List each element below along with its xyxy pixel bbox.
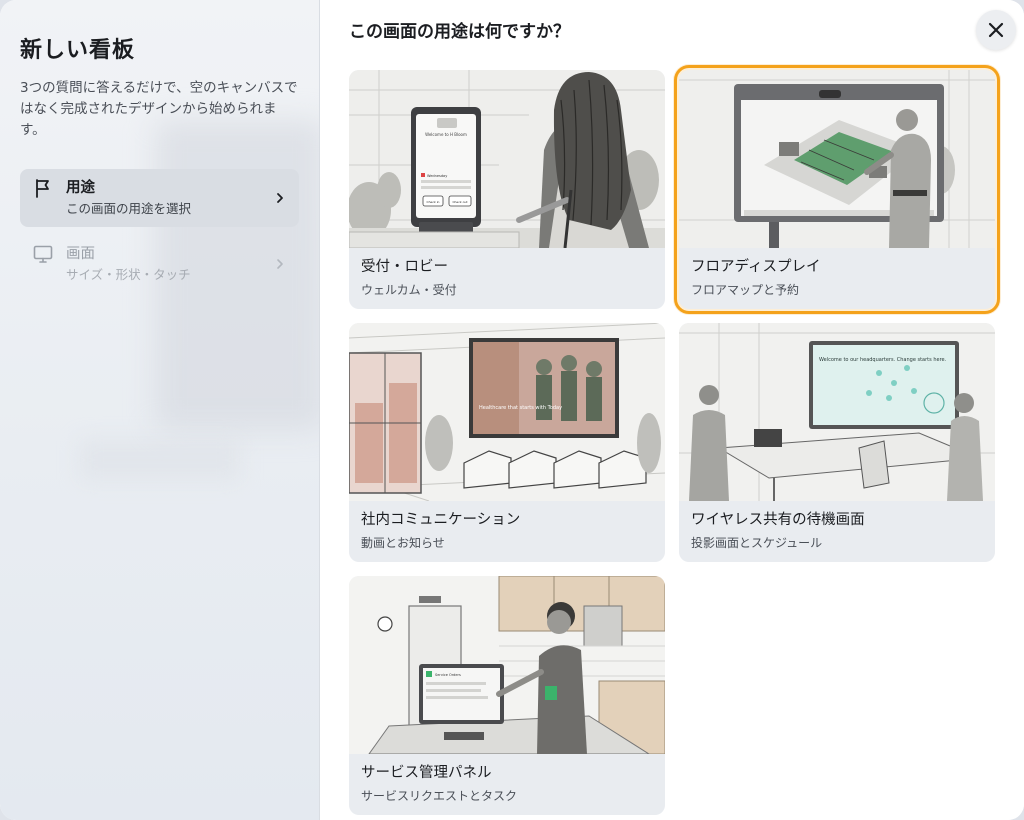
purpose-card-floor-display[interactable]: フロアディスプレイ フロアマップと予約 [674, 65, 1000, 314]
reception-illustration: Welcome to H Bloom Wednesday Check in Ch… [349, 70, 665, 248]
card-title: ワイヤレス共有の待機画面 [691, 512, 865, 528]
card-title: サービス管理パネル [361, 765, 492, 781]
step-purpose-label: 用途 [66, 180, 95, 196]
card-subtitle: ウェルカム・受付 [361, 283, 457, 297]
wireless-sharing-illustration: Welcome to our headquarters. Change star… [679, 323, 995, 501]
poster-text: Healthcare that starts with Today [479, 405, 562, 411]
kiosk-day-text: Wednesday [427, 174, 447, 178]
step-screen-label: 画面 [66, 246, 95, 262]
tablet-header-text: Service Orders [435, 673, 461, 677]
card-subtitle: サービスリクエストとタスク [361, 789, 518, 803]
chevron-right-icon [277, 259, 283, 269]
sidebar-backdrop-blur-2 [80, 440, 240, 480]
card-subtitle: 投影画面とスケジュール [691, 536, 823, 550]
card-title: 受付・ロビー [361, 259, 448, 275]
flag-icon [36, 179, 49, 198]
kiosk-checkin-text: Check in [427, 200, 440, 204]
close-icon [988, 22, 1004, 38]
step-list: 用途 この画面の用途を選択 画面 サイズ・形状・タッチ [20, 169, 299, 293]
purpose-card-service-panel[interactable]: Service Orders サービス管理パネル サービスリクエストとタスク [349, 576, 665, 815]
new-signage-dialog: 新しい看板 3つの質問に答えるだけで、空のキャンバスではなく完成されたデザインか… [0, 0, 1024, 820]
chevron-right-icon [277, 193, 283, 203]
step-purpose[interactable]: 用途 この画面の用途を選択 [20, 169, 299, 227]
floor-display-illustration [679, 70, 995, 248]
card-title: 社内コミュニケーション [361, 512, 521, 528]
monitor-icon [33, 245, 53, 263]
purpose-card-internal-comms[interactable]: Healthcare that starts with Today 社内コミュニ… [349, 323, 665, 562]
dialog-description: 3つの質問に答えるだけで、空のキャンバスではなく完成されたデザインから始められま… [20, 80, 298, 138]
main-panel: この画面の用途は何ですか？ Welcome to H Bloom Wednesd… [320, 0, 1024, 820]
sidebar: 新しい看板 3つの質問に答えるだけで、空のキャンバスではなく完成されたデザインか… [0, 0, 320, 820]
kiosk-checkout-text: Check out [452, 200, 468, 204]
step-purpose-sublabel: この画面の用途を選択 [66, 201, 192, 216]
purpose-card-wireless-sharing[interactable]: Welcome to our headquarters. Change star… [679, 323, 995, 562]
kiosk-welcome-text: Welcome to H Bloom [425, 132, 467, 137]
card-subtitle: 動画とお知らせ [361, 536, 445, 550]
dialog-title: 新しい看板 [20, 38, 136, 63]
purpose-card-reception[interactable]: Welcome to H Bloom Wednesday Check in Ch… [349, 70, 665, 309]
service-panel-illustration: Service Orders [349, 576, 665, 754]
close-button[interactable] [976, 10, 1016, 50]
step-screen[interactable]: 画面 サイズ・形状・タッチ [20, 235, 299, 293]
question-title: この画面の用途は何ですか？ [349, 22, 570, 42]
step-screen-sublabel: サイズ・形状・タッチ [66, 267, 191, 282]
card-subtitle: フロアマップと予約 [691, 283, 800, 297]
internal-comms-illustration: Healthcare that starts with Today [349, 323, 665, 501]
purpose-grid: Welcome to H Bloom Wednesday Check in Ch… [349, 65, 1000, 815]
card-title: フロアディスプレイ [691, 259, 821, 275]
tv-text: Welcome to our headquarters. Change star… [819, 357, 947, 363]
